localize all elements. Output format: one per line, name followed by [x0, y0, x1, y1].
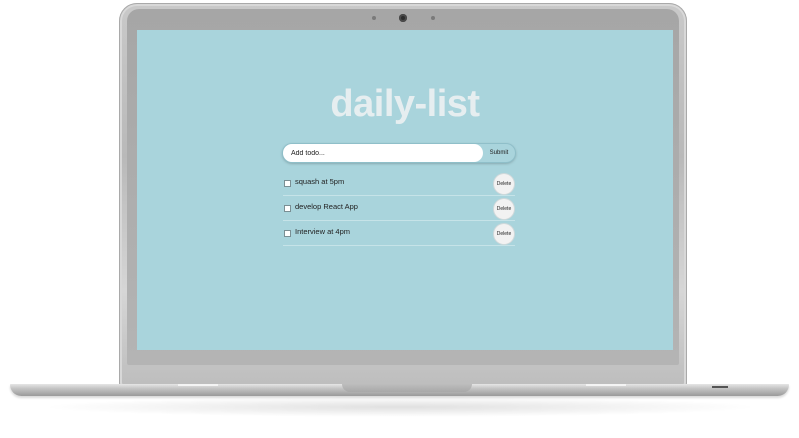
add-todo-input[interactable] — [283, 144, 483, 162]
delete-button[interactable]: Delete — [494, 199, 514, 219]
todo-checkbox[interactable] — [284, 230, 291, 237]
add-todo-form: Submit — [283, 144, 515, 162]
todo-item: Interview at 4pm Delete — [283, 221, 515, 246]
todo-checkbox[interactable] — [284, 180, 291, 187]
todo-checkbox[interactable] — [284, 205, 291, 212]
laptop-shadow — [40, 397, 760, 417]
ambient-sensor-left — [372, 16, 376, 20]
laptop-port — [712, 386, 728, 388]
todo-list: squash at 5pm Delete develop React App D… — [283, 171, 515, 246]
hinge-highlight-right — [586, 384, 626, 386]
submit-button[interactable]: Submit — [483, 144, 515, 162]
todo-item: develop React App Delete — [283, 196, 515, 221]
todo-text: squash at 5pm — [295, 177, 345, 186]
delete-button[interactable]: Delete — [494, 174, 514, 194]
webcam-icon — [399, 14, 407, 22]
app-title: daily-list — [330, 83, 480, 125]
todo-text: develop React App — [295, 202, 358, 211]
todo-item: squash at 5pm Delete — [283, 171, 515, 196]
delete-button[interactable]: Delete — [494, 224, 514, 244]
todo-text: Interview at 4pm — [295, 227, 351, 236]
hinge-highlight-left — [178, 384, 218, 386]
app-screen: daily-list Submit squash at 5pm Delete d… — [137, 30, 673, 350]
laptop-base-notch — [342, 384, 472, 392]
ambient-sensor-right — [431, 16, 435, 20]
